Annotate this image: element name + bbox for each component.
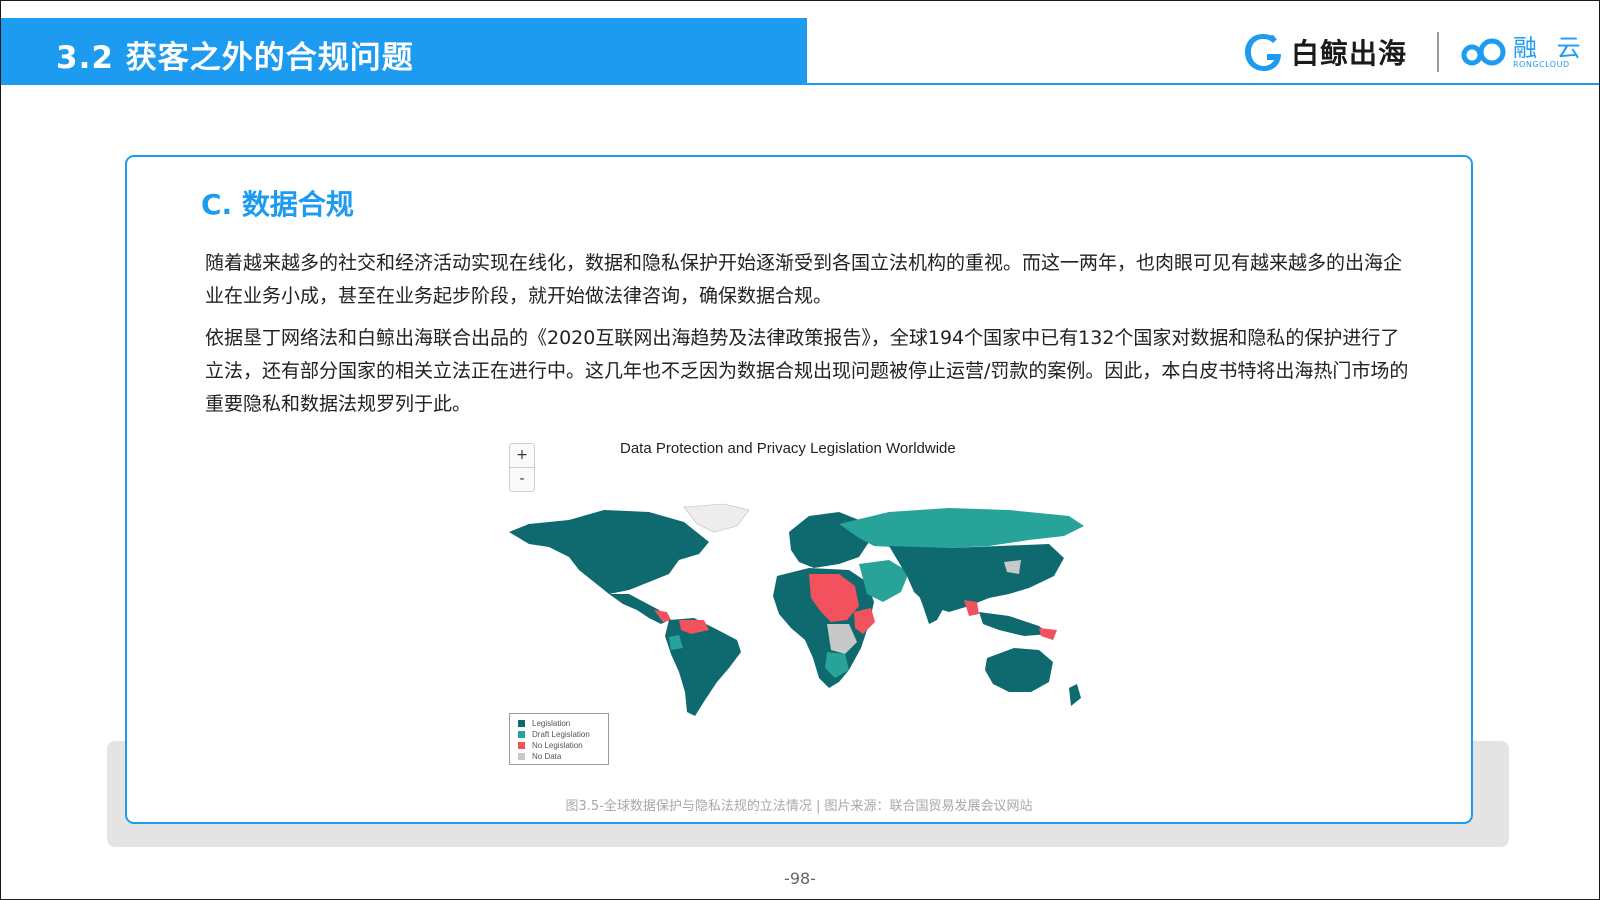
legend-label: Legislation: [532, 719, 571, 728]
zoom-in-button[interactable]: +: [510, 444, 534, 467]
map-new-zealand: [1069, 684, 1081, 706]
page-number: -98-: [784, 869, 816, 888]
baijing-logo-text: 白鲸出海: [1291, 37, 1408, 70]
legend-item: No Data: [518, 751, 608, 762]
map-north-america: [509, 510, 709, 594]
paragraph-2: 依据垦丁网络法和白鲸出海联合出品的《2020互联网出海趋势及法律政策报告》，全球…: [205, 327, 1409, 415]
legend-item: No Legislation: [518, 740, 608, 751]
legend-item: Draft Legislation: [518, 729, 608, 740]
rongyun-logo-cn: 融 云: [1513, 33, 1587, 62]
map-png-red: [1039, 628, 1057, 640]
legend-label: Draft Legislation: [532, 730, 590, 739]
legend-swatch-legislation: [518, 720, 525, 727]
section-title: C. 数据合规: [201, 188, 354, 221]
title-band: 3.2 获客之外的合规问题: [1, 18, 807, 85]
legend-item: Legislation: [518, 718, 608, 729]
baijing-whale-icon: [1245, 34, 1281, 71]
baijing-logo: 白鲸出海: [1243, 30, 1407, 74]
content-card: C. 数据合规 随着越来越多的社交和经济活动实现在线化，数据和隐私保护开始逐渐受…: [125, 155, 1473, 824]
legend-swatch-nodata: [518, 753, 525, 760]
map-zoom-control: + -: [509, 443, 535, 492]
logo-divider: [1437, 32, 1439, 72]
map-southeast-asia-red: [964, 600, 979, 616]
legend-label: No Data: [532, 752, 562, 761]
legend-swatch-none: [518, 742, 525, 749]
zoom-out-button[interactable]: -: [510, 467, 534, 491]
figure-caption: 图3.5-全球数据保护与隐私法规的立法情况 | 图片来源：联合国贸易发展会议网站: [565, 799, 1033, 814]
map-greenland: [683, 503, 750, 533]
paragraph-1: 随着越来越多的社交和经济活动实现在线化，数据和隐私保护开始逐渐受到各国立法机构的…: [205, 252, 1403, 307]
map-central-america: [609, 594, 669, 624]
legend-label: No Legislation: [532, 741, 583, 750]
header-rule: [807, 83, 1599, 85]
map-india: [914, 582, 949, 624]
world-legislation-map: [509, 503, 1084, 716]
rongyun-logo: 融 云 RONGCLOUD: [1459, 32, 1587, 72]
map-southeast-asia: [979, 612, 1049, 636]
map-title: Data Protection and Privacy Legislation …: [620, 440, 956, 457]
rongyun-cloud-icon: [1461, 38, 1506, 66]
page-title: 3.2 获客之外的合规问题: [56, 40, 414, 76]
map-asia: [889, 544, 1064, 612]
map-south-america: [665, 618, 741, 716]
map-russia: [839, 508, 1084, 548]
legend-swatch-draft: [518, 731, 525, 738]
map-legend: Legislation Draft Legislation No Legisla…: [509, 713, 609, 765]
map-australia: [985, 648, 1053, 692]
